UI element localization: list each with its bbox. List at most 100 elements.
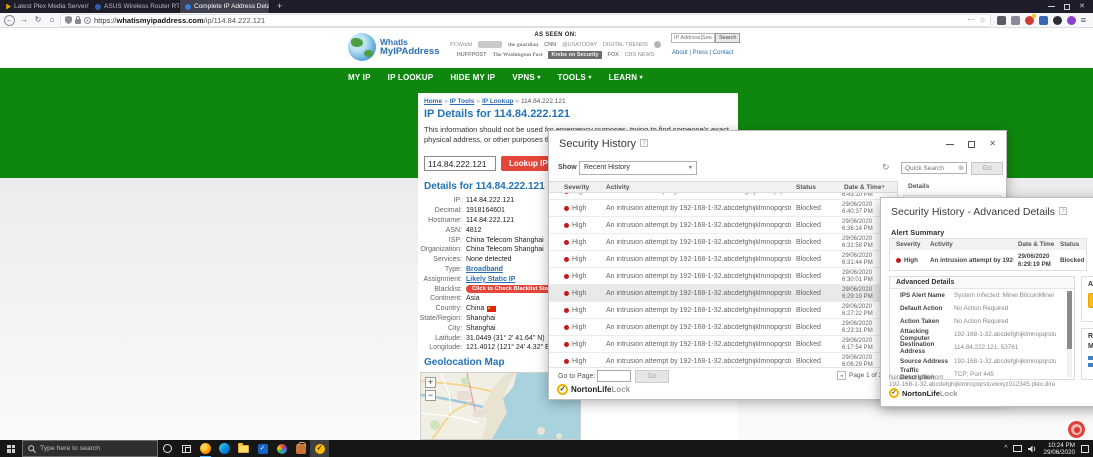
reload-button[interactable]: ↻ <box>33 16 43 24</box>
col-datetime[interactable]: Date & Time <box>844 184 881 191</box>
history-row[interactable]: High An intrusion attempt by 192-168-1-3… <box>549 200 897 217</box>
header-links[interactable]: About | Press | Contact <box>672 50 733 56</box>
history-row[interactable]: High An intrusion attempt by 192-168-1-3… <box>549 285 897 302</box>
help-icon[interactable]: ? <box>1058 207 1067 215</box>
nav-item[interactable]: LEARN ▾ <box>609 73 643 82</box>
cortana-button[interactable] <box>158 440 177 457</box>
history-row[interactable]: High An intrusion attempt by 192-168-1-3… <box>549 353 897 367</box>
url-field[interactable]: https://whatismyipaddress.com/ip/114.84.… <box>61 14 990 26</box>
close-button[interactable]: ✕ <box>1079 3 1085 10</box>
action-button[interactable] <box>1088 293 1093 308</box>
file-explorer-button[interactable] <box>234 440 253 457</box>
browser-tab[interactable]: Complete IP Address Details fo ✕ <box>180 0 270 13</box>
breadcrumb-item[interactable]: Home <box>424 98 442 105</box>
clock[interactable]: 10:24 PM 29/06/2020 <box>1043 442 1075 456</box>
browser-tab[interactable]: ASUS Wireless Router RT-AC6 ✕ <box>90 0 180 13</box>
prev-page-button[interactable]: ◂ <box>837 371 846 380</box>
action-center-icon[interactable] <box>1081 444 1089 453</box>
browser-tab[interactable]: Latest Plex Media Server/Desi ✕ <box>0 0 90 13</box>
home-button[interactable]: ⌂ <box>47 16 57 24</box>
back-button[interactable]: ← <box>4 14 15 26</box>
risk-link-2[interactable] <box>1088 363 1093 367</box>
new-tab-button[interactable]: + <box>270 0 289 13</box>
history-row[interactable]: High An intrusion attempt by 192-168-1-3… <box>549 193 897 200</box>
nav-item[interactable]: HIDE MY IP ▾ <box>450 73 495 82</box>
history-row[interactable]: High An intrusion attempt by 192-168-1-3… <box>549 217 897 234</box>
page-actions-icon[interactable]: ⋯ <box>967 16 974 24</box>
clear-search-icon[interactable]: ⊗ <box>958 164 966 172</box>
history-row[interactable]: High An intrusion attempt by 192-168-1-3… <box>549 251 897 268</box>
photos-button[interactable] <box>272 440 291 457</box>
search-go-button[interactable]: Go <box>971 161 1003 175</box>
nav-item[interactable]: IP LOOKUP ▾ <box>388 73 434 82</box>
history-row[interactable]: High An intrusion attempt by 192-168-1-3… <box>549 234 897 251</box>
zoom-out-button[interactable]: − <box>425 390 436 401</box>
network-icon[interactable] <box>1013 445 1023 452</box>
bookmark-star-icon[interactable]: ☆ <box>979 16 985 24</box>
start-button[interactable] <box>0 440 22 457</box>
record-indicator-icon[interactable] <box>1068 421 1085 438</box>
adblock-hand-icon[interactable] <box>1024 13 1036 25</box>
col-activity[interactable]: Activity <box>606 184 629 191</box>
nav-item[interactable]: MY IP ▾ <box>348 73 371 82</box>
maximize-button[interactable] <box>968 140 976 148</box>
extension-icon-6[interactable] <box>1066 15 1076 25</box>
tab-favicon-icon <box>6 3 11 10</box>
nav-item[interactable]: VPNS ▾ <box>512 73 540 82</box>
goto-page-label: Go to Page: <box>558 373 596 380</box>
forward-button[interactable]: → <box>19 16 29 24</box>
lookup-ip-input[interactable] <box>424 156 496 171</box>
breadcrumb-item[interactable]: » <box>476 98 480 105</box>
show-dropdown[interactable]: Recent History ▾ <box>579 161 697 175</box>
detail-value[interactable]: Broadband <box>466 266 503 273</box>
breadcrumb-item[interactable]: IP Lookup <box>482 98 513 105</box>
history-row[interactable]: High An intrusion attempt by 192-168-1-3… <box>549 319 897 336</box>
col-severity[interactable]: Severity <box>564 184 589 191</box>
firefox-button[interactable] <box>196 440 215 457</box>
minimize-button[interactable] <box>1048 6 1056 7</box>
maximize-button[interactable] <box>1064 3 1071 10</box>
goto-page-go-button[interactable]: Go <box>635 370 669 383</box>
ip-search-input[interactable] <box>671 33 715 43</box>
zoom-in-button[interactable]: + <box>425 377 436 388</box>
speaker-icon[interactable] <box>1028 445 1037 453</box>
sort-icon[interactable]: ▾ <box>882 184 885 190</box>
hamburger-menu-icon[interactable]: ≡ <box>1081 15 1086 25</box>
history-row[interactable]: High An intrusion attempt by 192-168-1-3… <box>549 268 897 285</box>
close-button[interactable]: ✕ <box>989 140 996 148</box>
breadcrumb-item[interactable]: » <box>515 98 519 105</box>
lock-icon[interactable] <box>75 16 81 24</box>
nav-item[interactable]: TOOLS ▾ <box>558 73 592 82</box>
history-row[interactable]: High An intrusion attempt by 192-168-1-3… <box>549 336 897 353</box>
extension-icon-2[interactable] <box>1010 15 1020 25</box>
history-row[interactable]: High An intrusion attempt by 192-168-1-3… <box>549 302 897 319</box>
task-view-button[interactable] <box>177 440 196 457</box>
ip-search-button[interactable]: Search <box>715 33 741 43</box>
breadcrumb-item[interactable]: IP Tools <box>450 98 475 105</box>
scrollbar-track[interactable] <box>1067 291 1072 377</box>
activity-value: An intrusion attempt by 192-168-1-32.abc… <box>606 239 791 246</box>
taskbar-search[interactable]: Type here to search <box>22 440 158 457</box>
refresh-icon[interactable]: ↻ <box>882 162 890 173</box>
goto-page-input[interactable] <box>597 370 631 382</box>
store-button[interactable] <box>291 440 310 457</box>
tracking-shield-icon[interactable] <box>65 16 72 24</box>
detail-value[interactable]: Likely Static IP <box>466 276 515 283</box>
risk-link-1[interactable] <box>1088 356 1093 360</box>
extension-icon-5[interactable] <box>1052 15 1062 25</box>
site-logo[interactable]: WhatIs MyIPAddress <box>348 33 439 61</box>
breadcrumb-item[interactable]: 114.84.222.121 <box>521 98 566 105</box>
minimize-button[interactable] <box>946 143 955 145</box>
quick-search-input[interactable] <box>902 164 959 172</box>
extension-icon-4[interactable] <box>1038 15 1048 25</box>
scrollbar-thumb[interactable] <box>1067 291 1072 349</box>
show-hidden-icons-button[interactable]: ^ <box>1004 445 1007 452</box>
breadcrumb-item[interactable]: » <box>444 98 448 105</box>
help-icon[interactable]: ? <box>640 139 649 147</box>
permissions-icon[interactable] <box>84 16 91 24</box>
norton-button[interactable]: ✓ <box>310 440 329 457</box>
col-status[interactable]: Status <box>796 184 816 191</box>
edge-button[interactable] <box>215 440 234 457</box>
extension-icon-1[interactable] <box>996 15 1006 25</box>
app-button-blue[interactable]: ✓ <box>253 440 272 457</box>
